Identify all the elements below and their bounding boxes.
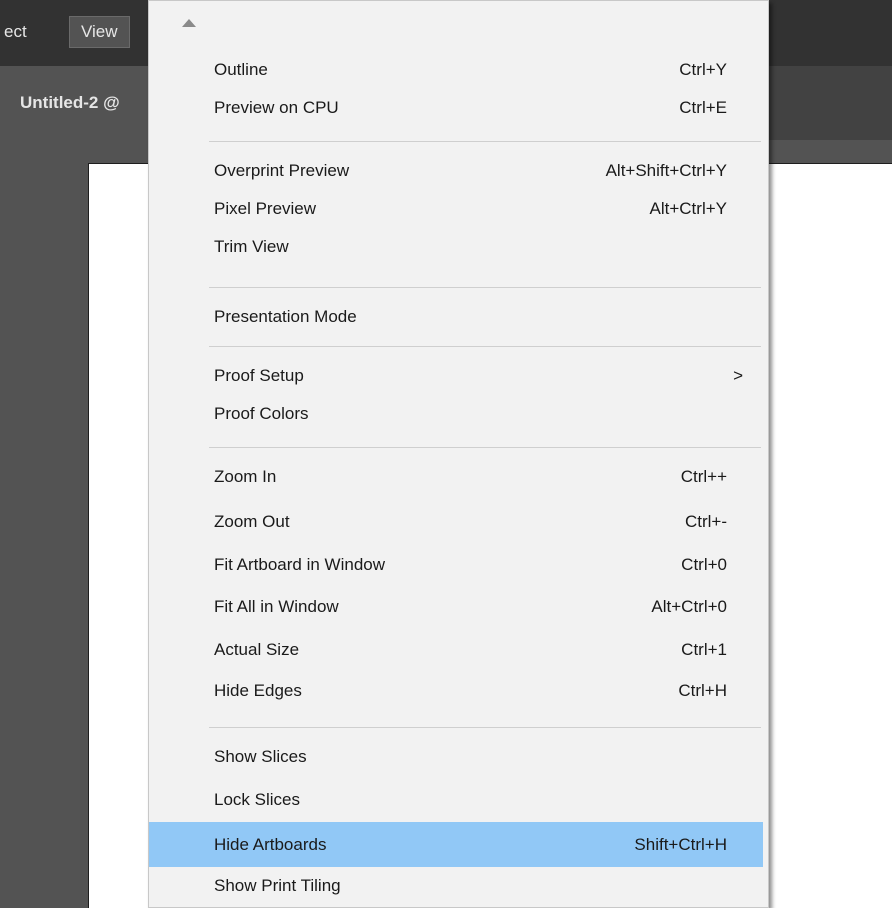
menu-item-zoom-out[interactable]: Zoom Out Ctrl+- — [149, 503, 763, 541]
menu-item-label: Proof Colors — [214, 404, 309, 423]
menu-item-overprint-preview[interactable]: Overprint Preview Alt+Shift+Ctrl+Y — [149, 152, 763, 190]
menu-item-proof-colors[interactable]: Proof Colors — [149, 395, 763, 433]
menu-item-pixel-preview[interactable]: Pixel Preview Alt+Ctrl+Y — [149, 190, 763, 228]
menu-item-preview-on-cpu[interactable]: Preview on CPU Ctrl+E — [149, 89, 763, 127]
menu-item-shortcut: Alt+Ctrl+0 — [651, 597, 727, 616]
menu-item-label: Hide Artboards — [214, 835, 327, 854]
menu-separator — [209, 287, 761, 288]
menu-item-label: Lock Slices — [214, 790, 300, 809]
app-window: ect View Untitled-2 @ Outline Ctrl+Y Pre… — [0, 0, 892, 908]
menu-item-shortcut: Ctrl+0 — [681, 555, 727, 574]
menu-separator — [209, 346, 761, 347]
menu-item-label: Zoom Out — [214, 512, 290, 531]
menu-item-trim-view[interactable]: Trim View — [149, 228, 763, 266]
menu-effect[interactable]: ect — [0, 17, 31, 47]
menu-item-label: Hide Edges — [214, 681, 302, 700]
menu-item-show-print-tiling[interactable]: Show Print Tiling — [149, 867, 763, 905]
menu-item-zoom-in[interactable]: Zoom In Ctrl++ — [149, 458, 763, 496]
menu-separator — [209, 141, 761, 142]
menu-item-shortcut: Ctrl++ — [680, 467, 727, 486]
menu-item-label: Show Print Tiling — [214, 876, 341, 895]
menu-item-label: Actual Size — [214, 640, 300, 659]
view-menu-dropdown: Outline Ctrl+Y Preview on CPU Ctrl+E Ove… — [148, 0, 769, 908]
menu-item-shortcut: Ctrl+H — [678, 681, 727, 700]
menu-item-presentation-mode[interactable]: Presentation Mode — [149, 298, 763, 336]
document-tab[interactable]: Untitled-2 @ — [0, 66, 160, 140]
menu-separator — [209, 727, 761, 728]
chevron-right-icon: > — [733, 366, 743, 385]
menu-item-label: Fit Artboard in Window — [214, 555, 386, 574]
menu-separator — [209, 447, 761, 448]
menu-item-label: Proof Setup — [214, 366, 304, 385]
menu-item-fit-artboard-in-window[interactable]: Fit Artboard in Window Ctrl+0 — [149, 546, 763, 584]
menu-item-hide-edges[interactable]: Hide Edges Ctrl+H — [149, 672, 763, 710]
menu-item-shortcut: Ctrl+1 — [681, 640, 727, 659]
menu-item-outline[interactable]: Outline Ctrl+Y — [149, 51, 763, 89]
menu-view[interactable]: View — [69, 16, 130, 48]
menu-item-proof-setup[interactable]: Proof Setup > — [149, 357, 763, 395]
menu-item-label: Overprint Preview — [214, 161, 350, 180]
menu-item-shortcut: Ctrl+- — [684, 512, 727, 531]
menu-item-label: Show Slices — [214, 747, 307, 766]
menu-item-label: Zoom In — [214, 467, 277, 486]
menu-item-label: Pixel Preview — [214, 199, 317, 218]
menu-item-shortcut: Alt+Shift+Ctrl+Y — [605, 161, 727, 180]
menu-item-shortcut: Shift+Ctrl+H — [634, 835, 727, 854]
menu-item-lock-slices[interactable]: Lock Slices — [149, 781, 763, 819]
menu-item-label: Fit All in Window — [214, 597, 339, 616]
menu-item-show-slices[interactable]: Show Slices — [149, 738, 763, 776]
menu-item-label: Outline — [214, 60, 268, 79]
menu-item-label: Preview on CPU — [214, 98, 339, 117]
scroll-up-arrow-icon[interactable] — [182, 19, 196, 27]
menu-item-actual-size[interactable]: Actual Size Ctrl+1 — [149, 631, 763, 669]
menu-item-shortcut: Ctrl+Y — [679, 60, 727, 79]
menu-item-label: Presentation Mode — [214, 307, 357, 326]
menu-item-fit-all-in-window[interactable]: Fit All in Window Alt+Ctrl+0 — [149, 588, 763, 626]
menu-item-label: Trim View — [214, 237, 289, 256]
menu-item-shortcut: Alt+Ctrl+Y — [649, 199, 727, 218]
menu-item-hide-artboards[interactable]: Hide Artboards Shift+Ctrl+H — [149, 822, 763, 867]
menu-item-shortcut: Ctrl+E — [679, 98, 727, 117]
